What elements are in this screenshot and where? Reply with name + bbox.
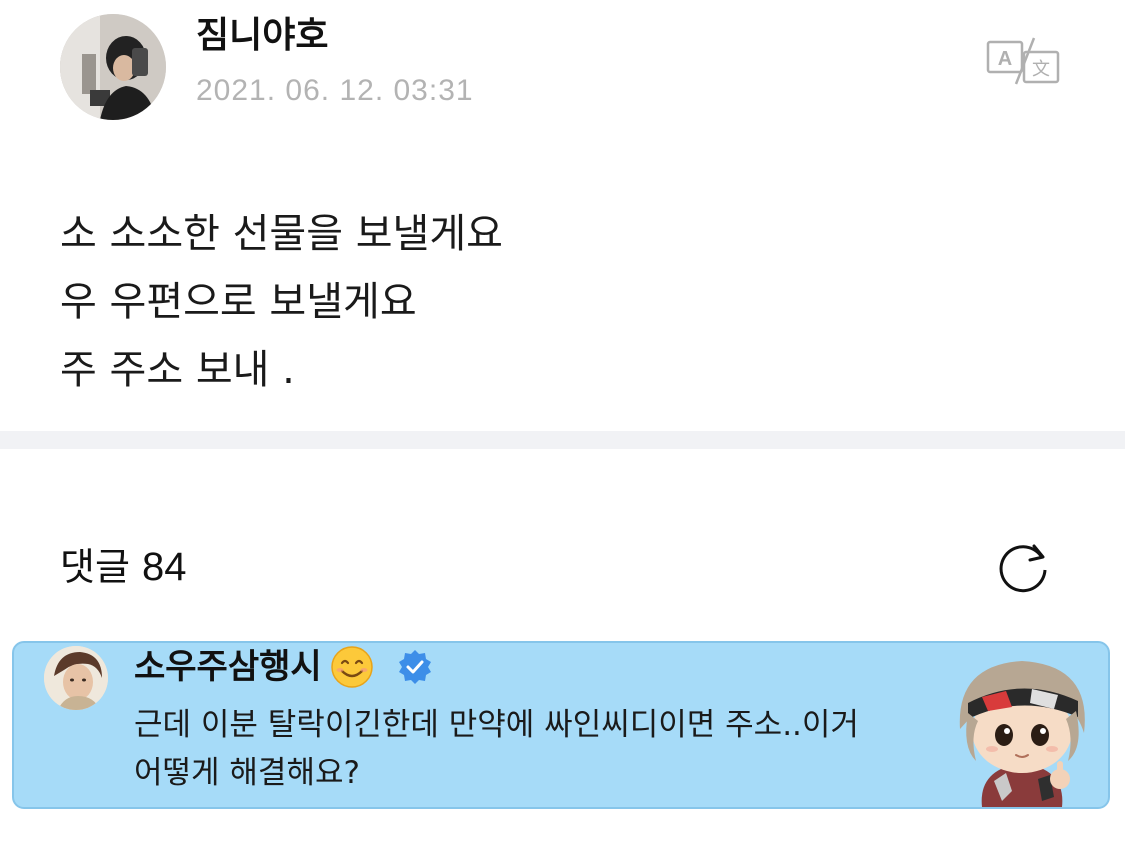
comment-text: 근데 이분 탈락이긴한데 만약에 싸인씨디이면 주소..이거 어떻게 해결해요?	[134, 707, 859, 791]
verified-badge-icon	[398, 650, 431, 684]
refresh-icon[interactable]	[994, 538, 1052, 596]
author-avatar[interactable]	[60, 14, 166, 120]
post-line: 우 우편으로 보낼게요	[60, 279, 417, 325]
svg-text:文: 文	[1032, 59, 1050, 80]
svg-text:A: A	[998, 48, 1012, 70]
post-timestamp: 2021. 06. 12. 03:31	[196, 74, 474, 107]
post-detail-page: 짐니야호 2021. 06. 12. 03:31 A 文 소 소소한 선물을 보…	[0, 0, 1125, 842]
commenter-name[interactable]: 소우주삼행시	[134, 643, 322, 691]
author-name[interactable]: 짐니야호	[196, 10, 328, 62]
highlighted-comment[interactable]: 소우주삼행시 근데 이분 탈락이긴한데 만약에 싸인씨디이면 주소..이거 어떻…	[12, 641, 1110, 809]
character-sticker	[942, 651, 1102, 807]
translate-icon[interactable]: A 文	[986, 36, 1062, 88]
commenter-avatar[interactable]	[44, 646, 108, 710]
smiling-face-emoji	[330, 646, 373, 688]
post-line: 주 주소 보내 .	[60, 347, 295, 393]
comments-label: 댓글	[60, 545, 130, 589]
section-divider	[0, 431, 1125, 449]
comments-header: 댓글 84	[60, 540, 187, 594]
comments-count: 84	[142, 545, 187, 589]
post-body: 소 소소한 선물을 보낼게요 우 우편으로 보낼게요 주 주소 보내 .	[60, 200, 503, 404]
post-line: 소 소소한 선물을 보낼게요	[60, 211, 503, 257]
commenter-name-row[interactable]: 소우주삼행시	[134, 643, 434, 691]
